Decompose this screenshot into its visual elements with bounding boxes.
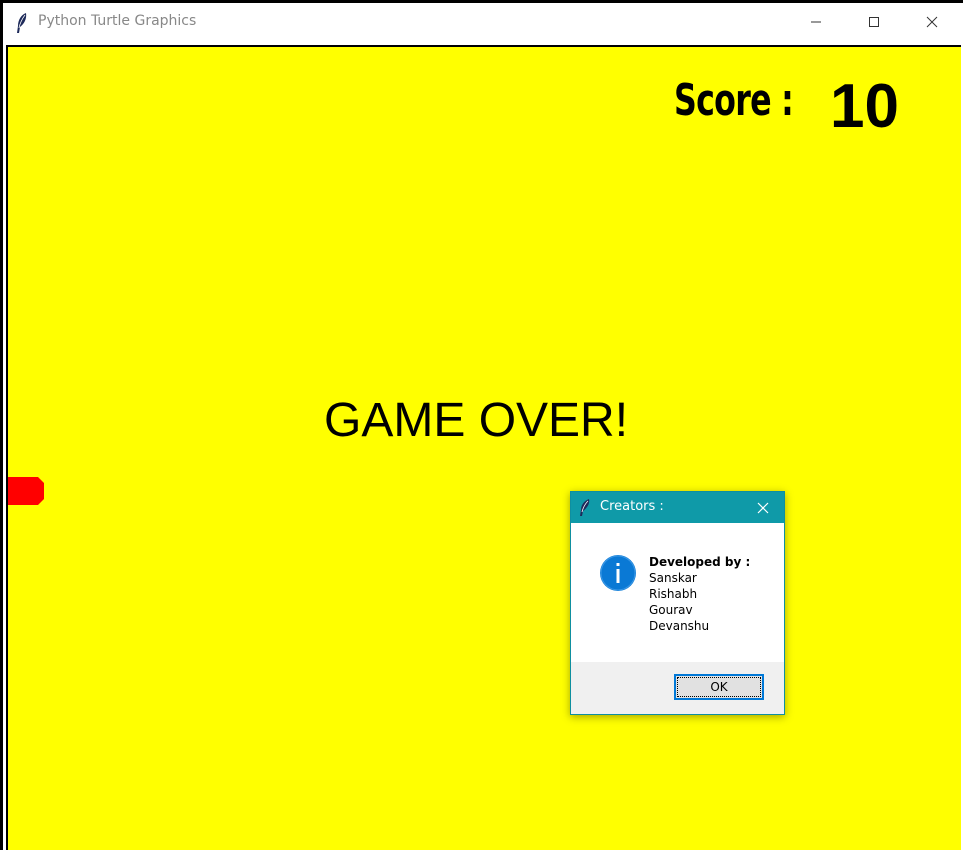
message-line: Gourav <box>649 603 693 617</box>
message-line: Rishabh <box>649 587 698 601</box>
dialog-footer: OK <box>571 662 784 714</box>
dialog-close-button[interactable] <box>751 496 775 520</box>
message-line: Devanshu <box>649 619 710 633</box>
close-icon <box>926 13 938 32</box>
message-line: Sanskar <box>649 571 697 585</box>
minimize-icon <box>810 13 822 32</box>
maximize-icon <box>868 13 880 32</box>
game-canvas[interactable]: Score : 10 GAME OVER! <box>6 45 961 850</box>
snake-head <box>8 477 46 505</box>
window-titlebar[interactable]: Python Turtle Graphics <box>3 3 963 41</box>
score-value: 10 <box>830 72 899 141</box>
feather-icon <box>579 498 591 517</box>
message-line: Developed by : <box>649 555 751 569</box>
dialog-titlebar[interactable]: Creators : <box>571 492 784 523</box>
close-icon <box>757 502 769 514</box>
ok-button[interactable]: OK <box>674 674 764 700</box>
dialog-message: Developed by : Sanskar Rishabh Gourav De… <box>649 554 750 634</box>
feather-icon <box>15 12 29 34</box>
window-title: Python Turtle Graphics <box>38 13 197 29</box>
dialog-title: Creators : <box>600 499 664 514</box>
dialog-body: Developed by : Sanskar Rishabh Gourav De… <box>571 523 784 662</box>
maximize-button[interactable] <box>851 3 897 41</box>
info-icon <box>599 554 637 592</box>
turtle-window: Python Turtle Graphics Score : 10 GAME O… <box>3 3 963 850</box>
minimize-button[interactable] <box>793 3 839 41</box>
creators-dialog: Creators : Developed by : Sanskar Rishab… <box>570 491 785 715</box>
game-over-text: GAME OVER! <box>324 394 629 447</box>
score-label: Score : <box>674 75 794 126</box>
close-button[interactable] <box>909 3 955 41</box>
